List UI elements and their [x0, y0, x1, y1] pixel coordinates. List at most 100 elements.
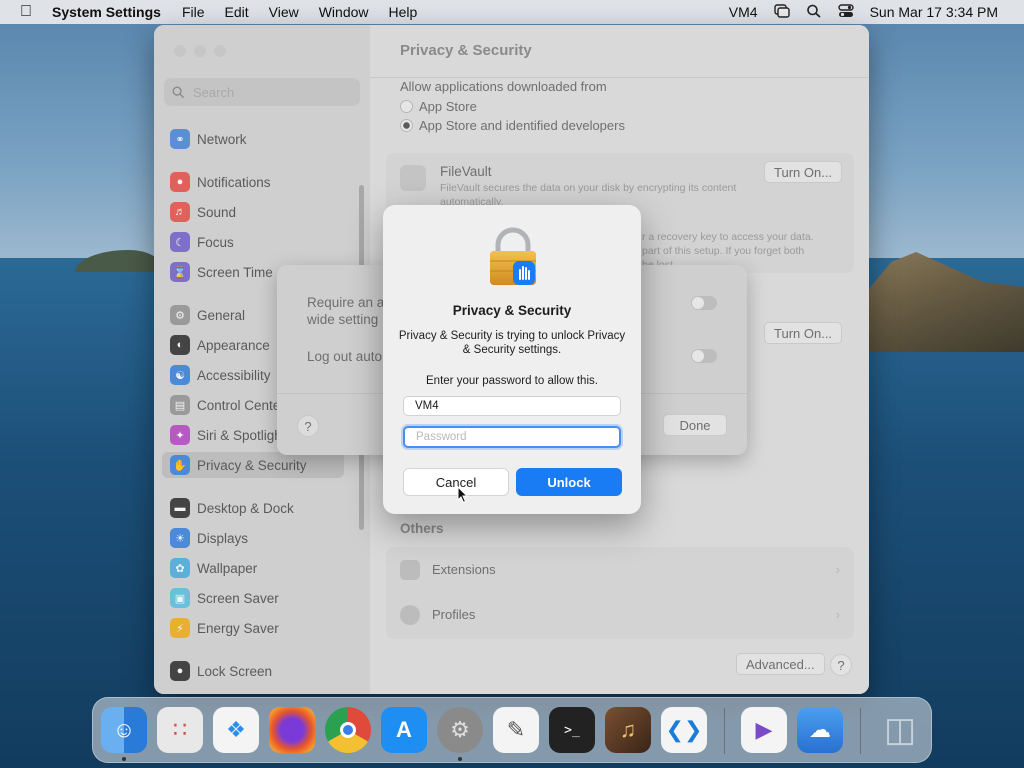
- page-title: Privacy & Security: [400, 42, 532, 59]
- auth-dialog: Privacy & Security Privacy & Security is…: [383, 205, 641, 514]
- sidebar-item-label: Screen Saver: [197, 590, 279, 606]
- screensaver-icon: ▣: [170, 588, 190, 608]
- help-button[interactable]: ?: [830, 654, 852, 676]
- weather-icon[interactable]: ☁: [797, 707, 843, 753]
- battery-icon: ⚡: [170, 618, 190, 638]
- sidebar-item-label: Accessibility: [197, 367, 271, 383]
- sidebar-item-network[interactable]: ⚭ Network: [162, 126, 344, 152]
- lockdown-turn-on-button[interactable]: Turn On...: [764, 322, 843, 344]
- system-settings-icon[interactable]: ⚙: [437, 707, 483, 753]
- close-window-button[interactable]: [174, 45, 186, 57]
- control-center-icon[interactable]: [830, 3, 862, 21]
- sheet-help-button[interactable]: ?: [297, 415, 319, 437]
- others-card: Extensions › Profiles ›: [386, 547, 854, 639]
- username-field[interactable]: VM4: [403, 396, 621, 416]
- radio-app-store[interactable]: App Store: [400, 99, 477, 114]
- radio-button[interactable]: [400, 100, 413, 113]
- appearance-icon: ◐: [170, 335, 190, 355]
- sidebar-item-sound[interactable]: ♬ Sound: [162, 199, 344, 225]
- logout-automatically-label: Log out auto: [307, 349, 383, 364]
- require-password-label-1: Require an a: [307, 295, 385, 310]
- menu-file[interactable]: File: [172, 4, 215, 20]
- extensions-row[interactable]: Extensions ›: [386, 547, 854, 592]
- filevault-turn-on-button[interactable]: Turn On...: [764, 161, 843, 183]
- firefox-icon[interactable]: [269, 707, 315, 753]
- sidebar-item-label: Sound: [197, 204, 237, 220]
- profiles-row[interactable]: Profiles ›: [386, 592, 854, 637]
- password-field[interactable]: Password: [403, 426, 621, 448]
- lock-icon: ●: [170, 661, 190, 681]
- chevron-right-icon: ›: [835, 607, 840, 622]
- menu-view[interactable]: View: [259, 4, 309, 20]
- profiles-label: Profiles: [432, 607, 476, 622]
- app-store-icon[interactable]: A: [381, 707, 427, 753]
- sidebar-item-focus[interactable]: ☾ Focus: [162, 229, 344, 255]
- gear-icon: ⚙: [170, 305, 190, 325]
- menu-edit[interactable]: Edit: [215, 4, 259, 20]
- sidebar-item-energy-saver[interactable]: ⚡ Energy Saver: [162, 615, 344, 641]
- dialog-message: Privacy & Security is trying to unlock P…: [398, 330, 626, 356]
- finder-icon[interactable]: ☺: [101, 707, 147, 753]
- running-indicator: [122, 757, 126, 761]
- sidebar-item-label: Focus: [197, 234, 234, 250]
- sidebar-item-label: Notifications: [197, 174, 271, 190]
- radio-label: App Store and identified developers: [419, 118, 625, 133]
- launchpad-icon[interactable]: ∷: [157, 707, 203, 753]
- sidebar-item-privacy-security[interactable]: ✋ Privacy & Security: [162, 452, 344, 478]
- visual-studio-icon[interactable]: ▶: [741, 707, 787, 753]
- user-menu[interactable]: VM4: [721, 4, 766, 20]
- vscode-icon[interactable]: ❮❯: [661, 707, 707, 753]
- chrome-icon[interactable]: [325, 707, 371, 753]
- sidebar-item-notifications[interactable]: ● Notifications: [162, 169, 344, 195]
- zoom-window-button[interactable]: [214, 45, 226, 57]
- sidebar-search-input[interactable]: Search: [164, 78, 360, 106]
- sidebar-item-displays[interactable]: ☀ Displays: [162, 525, 344, 551]
- require-password-toggle[interactable]: [691, 296, 717, 310]
- radio-button-selected[interactable]: [400, 119, 413, 132]
- search-placeholder: Search: [193, 84, 235, 100]
- radio-identified-developers[interactable]: App Store and identified developers: [400, 118, 625, 133]
- moon-icon: ☾: [170, 232, 190, 252]
- spotlight-search-icon[interactable]: [798, 4, 830, 21]
- done-button[interactable]: Done: [663, 414, 727, 436]
- clock-datetime[interactable]: Sun Mar 17 3:34 PM: [862, 4, 1006, 20]
- wallpaper-icon: ✿: [170, 558, 190, 578]
- sidebar-item-label: Energy Saver: [197, 620, 279, 636]
- sidebar-item-lock-screen[interactable]: ● Lock Screen: [162, 658, 344, 684]
- sidebar-item-desktop-dock[interactable]: ▬ Desktop & Dock: [162, 495, 344, 521]
- sidebar-item-screen-saver[interactable]: ▣ Screen Saver: [162, 585, 344, 611]
- minimize-window-button[interactable]: [194, 45, 206, 57]
- menu-help[interactable]: Help: [379, 4, 428, 20]
- bell-icon: ●: [170, 172, 190, 192]
- sidebar-item-label: Wallpaper: [197, 560, 258, 576]
- app-name-menu[interactable]: System Settings: [52, 4, 172, 20]
- filevault-title: FileVault: [440, 164, 492, 179]
- advanced-button[interactable]: Advanced...: [736, 653, 825, 675]
- apple-menu-icon[interactable]: : [0, 3, 52, 21]
- terminal-icon[interactable]: >_: [549, 707, 595, 753]
- hourglass-icon: ⌛: [170, 262, 190, 282]
- sidebar-item-wallpaper[interactable]: ✿ Wallpaper: [162, 555, 344, 581]
- trash-icon[interactable]: ◫: [877, 707, 923, 753]
- textedit-icon[interactable]: ✎: [493, 707, 539, 753]
- sidebar-item-label: Desktop & Dock: [197, 500, 294, 516]
- window-switch-icon[interactable]: [766, 3, 798, 21]
- profiles-icon: [400, 604, 420, 625]
- sidebar-item-label: Displays: [197, 530, 249, 546]
- dialog-title: Privacy & Security: [452, 303, 572, 318]
- radio-label: App Store: [419, 99, 477, 114]
- chevron-right-icon: ›: [835, 562, 840, 577]
- mouse-cursor-icon: [457, 486, 469, 504]
- menu-window[interactable]: Window: [309, 4, 379, 20]
- title-divider: [370, 77, 869, 78]
- filevault-extra-text-2: part of this setup. If you forget both: [642, 245, 805, 257]
- dock: ☺ ∷ ❖ A ⚙ ✎ >_ ♫ ❮❯ ▶ ☁ ◫: [92, 697, 932, 763]
- safari-icon[interactable]: ❖: [213, 707, 259, 753]
- garageband-icon[interactable]: ♫: [605, 707, 651, 753]
- search-icon: [172, 86, 185, 98]
- cancel-button[interactable]: Cancel: [403, 468, 509, 496]
- logout-toggle[interactable]: [691, 349, 717, 363]
- filevault-extra-text-1: r a recovery key to access your data.: [642, 231, 814, 243]
- unlock-button[interactable]: Unlock: [516, 468, 622, 496]
- hand-icon: ✋: [170, 455, 190, 475]
